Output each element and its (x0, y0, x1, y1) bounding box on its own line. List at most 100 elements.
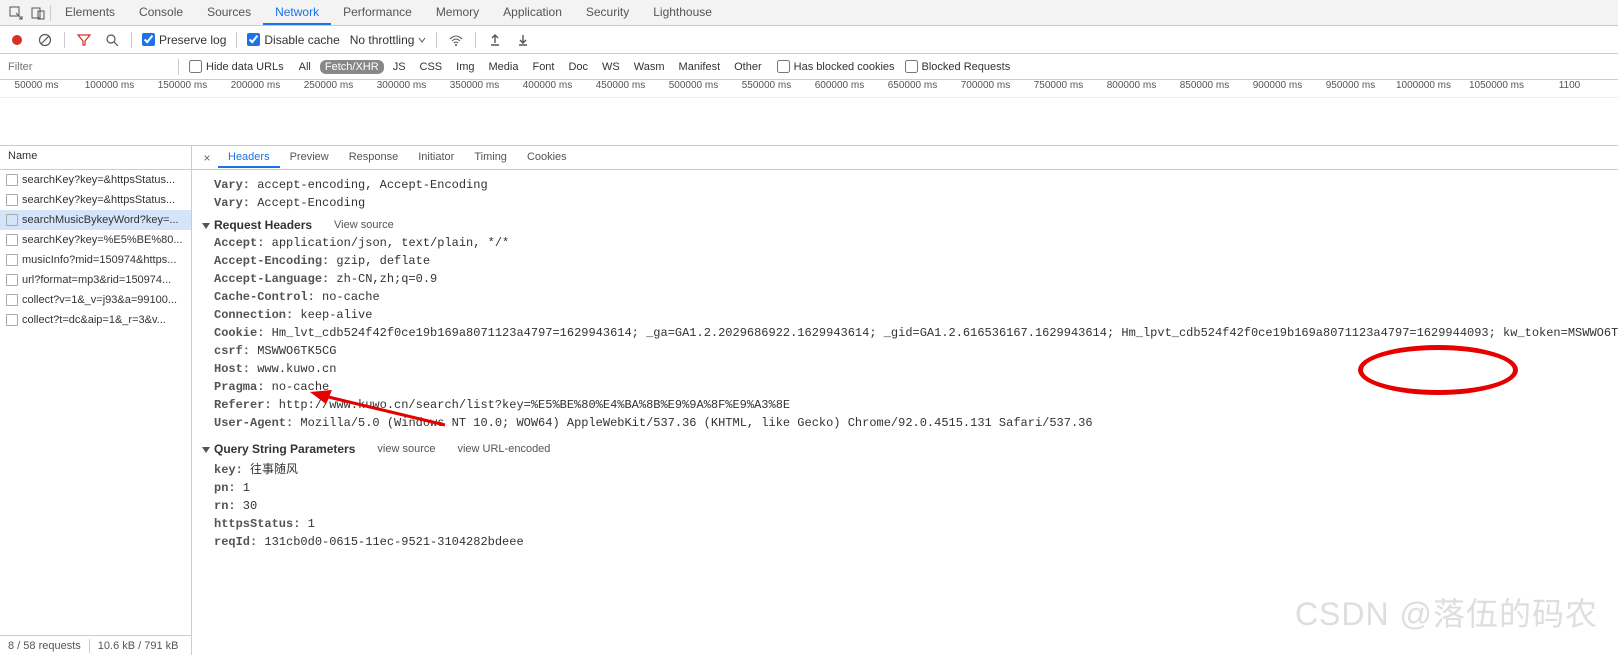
timeline-tick: 550000 ms (730, 80, 803, 97)
header-value: keep-alive (293, 308, 372, 322)
detail-tabs: × HeadersPreviewResponseInitiatorTimingC… (192, 146, 1618, 170)
header-value: no-cache (264, 380, 329, 394)
tab-console[interactable]: Console (127, 1, 195, 25)
type-filter-manifest[interactable]: Manifest (674, 60, 726, 74)
request-row[interactable]: url?format=mp3&rid=150974... (0, 270, 191, 290)
request-name: musicInfo?mid=150974&https... (22, 254, 176, 266)
requests-header-name[interactable]: Name (0, 146, 191, 170)
throttling-dropdown[interactable]: No throttling (350, 33, 427, 47)
type-filter-js[interactable]: JS (388, 60, 411, 74)
timeline-tick: 850000 ms (1168, 80, 1241, 97)
request-row[interactable]: searchKey?key=%E5%BE%80... (0, 230, 191, 250)
header-key: Connection: (214, 308, 293, 322)
header-key: Accept-Encoding: (214, 254, 329, 268)
inspect-icon[interactable] (6, 3, 26, 23)
request-name: searchMusicBykeyWord?key=... (22, 214, 179, 226)
tab-network[interactable]: Network (263, 1, 331, 25)
timeline-overview[interactable]: 50000 ms100000 ms150000 ms200000 ms25000… (0, 80, 1618, 146)
tab-sources[interactable]: Sources (195, 1, 263, 25)
device-icon[interactable] (28, 3, 48, 23)
detail-tab-response[interactable]: Response (339, 148, 409, 168)
type-filter-other[interactable]: Other (729, 60, 767, 74)
header-key: Vary: (214, 178, 250, 192)
close-icon[interactable]: × (198, 151, 216, 165)
header-key: Accept: (214, 236, 264, 250)
download-icon[interactable] (514, 31, 532, 49)
header-value: Accept-Encoding (257, 196, 365, 210)
wifi-icon[interactable] (447, 31, 465, 49)
request-row[interactable]: searchKey?key=&httpsStatus... (0, 190, 191, 210)
request-row[interactable]: collect?v=1&_v=j93&a=99100... (0, 290, 191, 310)
network-toolbar: Preserve log Disable cache No throttling (0, 26, 1618, 54)
record-icon[interactable] (8, 31, 26, 49)
document-icon (6, 174, 18, 186)
hide-data-urls-checkbox[interactable]: Hide data URLs (189, 60, 284, 73)
devtools-main-tabs: ElementsConsoleSourcesNetworkPerformance… (0, 0, 1618, 26)
search-icon[interactable] (103, 31, 121, 49)
request-row[interactable]: collect?t=dc&aip=1&_r=3&v... (0, 310, 191, 330)
request-name: searchKey?key=%E5%BE%80... (22, 234, 183, 246)
timeline-tick: 800000 ms (1095, 80, 1168, 97)
header-key: Accept-Language: (214, 272, 329, 286)
tab-elements[interactable]: Elements (53, 1, 127, 25)
view-source-link[interactable]: View source (334, 219, 394, 231)
timeline-tick: 300000 ms (365, 80, 438, 97)
header-key: Referer: (214, 398, 272, 412)
type-filter-doc[interactable]: Doc (563, 60, 593, 74)
param-value: 30 (236, 499, 258, 513)
view-url-encoded-link[interactable]: view URL-encoded (457, 443, 550, 455)
request-row[interactable]: musicInfo?mid=150974&https... (0, 250, 191, 270)
type-filter-wasm[interactable]: Wasm (629, 60, 670, 74)
type-filter-ws[interactable]: WS (597, 60, 625, 74)
param-value: 1 (300, 517, 314, 531)
tab-lighthouse[interactable]: Lighthouse (641, 1, 724, 25)
filter-icon[interactable] (75, 31, 93, 49)
timeline-tick: 750000 ms (1022, 80, 1095, 97)
request-row[interactable]: searchMusicBykeyWord?key=... (0, 210, 191, 230)
type-filter-font[interactable]: Font (527, 60, 559, 74)
document-icon (6, 194, 18, 206)
status-size: 10.6 kB / 791 kB (90, 640, 187, 652)
header-value: www.kuwo.cn (250, 362, 336, 376)
blocked-requests-checkbox[interactable]: Blocked Requests (905, 60, 1011, 73)
param-key: rn: (214, 499, 236, 513)
detail-tab-timing[interactable]: Timing (464, 148, 517, 168)
query-string-section[interactable]: Query String Parameters view source view… (202, 440, 1618, 458)
timeline-tick: 450000 ms (584, 80, 657, 97)
header-value: Hm_lvt_cdb524f42f0ce19b169a8071123a4797=… (264, 326, 1618, 340)
caret-down-icon (202, 447, 210, 453)
type-filter-media[interactable]: Media (484, 60, 524, 74)
detail-tab-cookies[interactable]: Cookies (517, 148, 577, 168)
detail-tab-preview[interactable]: Preview (280, 148, 339, 168)
type-filter-css[interactable]: CSS (415, 60, 448, 74)
timeline-tick: 1050000 ms (1460, 80, 1533, 97)
header-key: User-Agent: (214, 416, 293, 430)
tab-application[interactable]: Application (491, 1, 574, 25)
requests-panel: Name searchKey?key=&httpsStatus... search… (0, 146, 192, 635)
filter-input[interactable] (8, 57, 168, 77)
tab-memory[interactable]: Memory (424, 1, 491, 25)
type-filter-img[interactable]: Img (451, 60, 479, 74)
has-blocked-cookies-checkbox[interactable]: Has blocked cookies (777, 60, 895, 73)
clear-icon[interactable] (36, 31, 54, 49)
tab-security[interactable]: Security (574, 1, 641, 25)
type-filter-all[interactable]: All (294, 60, 316, 74)
tab-performance[interactable]: Performance (331, 1, 424, 25)
upload-icon[interactable] (486, 31, 504, 49)
header-value: no-cache (315, 290, 380, 304)
request-row[interactable]: searchKey?key=&httpsStatus... (0, 170, 191, 190)
caret-down-icon (202, 223, 210, 229)
main-panel: Name searchKey?key=&httpsStatus... search… (0, 146, 1618, 635)
param-value: 往事随风 (243, 463, 298, 477)
preserve-log-checkbox[interactable]: Preserve log (142, 33, 226, 47)
type-filter-fetch-xhr[interactable]: Fetch/XHR (320, 60, 384, 74)
disable-cache-checkbox[interactable]: Disable cache (247, 33, 339, 47)
document-icon (6, 214, 18, 226)
request-headers-section[interactable]: Request Headers View source (202, 216, 1618, 234)
view-source-link[interactable]: view source (377, 443, 435, 455)
request-name: searchKey?key=&httpsStatus... (22, 194, 175, 206)
detail-tab-initiator[interactable]: Initiator (408, 148, 464, 168)
detail-tab-headers[interactable]: Headers (218, 148, 280, 168)
header-value: application/json, text/plain, */* (264, 236, 509, 250)
separator (436, 32, 437, 48)
